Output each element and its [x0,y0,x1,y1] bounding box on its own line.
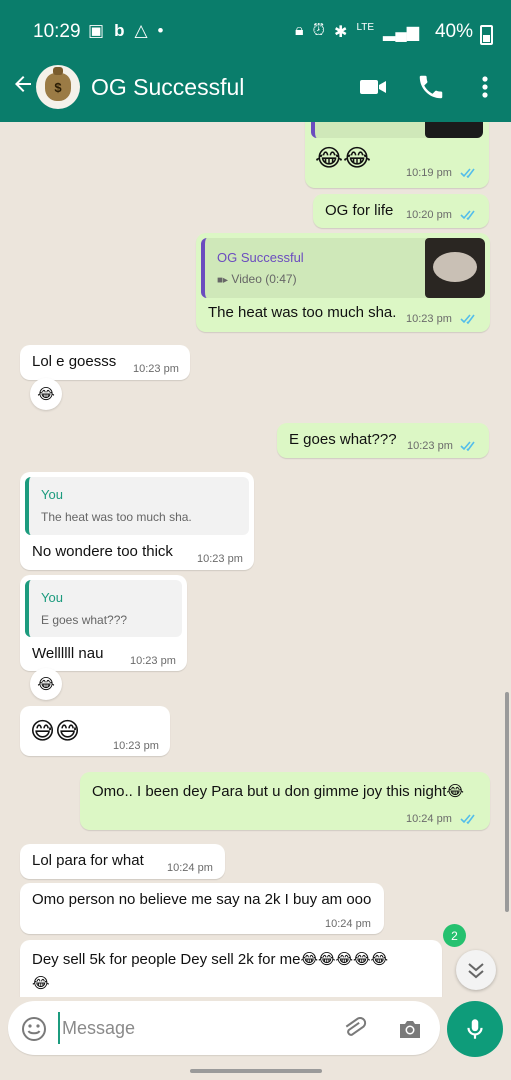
message-text-continued: 😂 [32,975,50,992]
message-bubble-outgoing[interactable]: OG Successful ■▸ Video (0:47) The heat w… [196,233,490,332]
status-bar: 10:29 ▣ b △ • 🔒︎ ⏰︎ ✱ LTE ▂▄▆ 40% [0,14,511,50]
avatar[interactable]: $ [36,65,80,109]
alarm-icon: ⏰︎ [312,22,326,39]
message-list[interactable]: 😂😂 10:19 pm OG for life 10:20 pm OG Succ… [0,122,511,997]
status-time: 10:29 [33,21,81,42]
composer-bar [0,997,511,1080]
scroll-to-bottom-button[interactable] [456,950,496,990]
read-ticks-icon [460,210,475,220]
message-time: 10:23 pm [406,313,452,325]
drive-icon: △ [134,21,148,40]
app-header: 10:29 ▣ b △ • 🔒︎ ⏰︎ ✱ LTE ▂▄▆ 40% $ OG S… [0,0,511,122]
system-icons: 🔒︎ ⏰︎ ✱ LTE ▂▄▆ [295,22,419,42]
voice-record-button[interactable] [447,1001,503,1057]
message-time: 10:23 pm [130,655,176,667]
message-text: Dey sell 5k for people Dey sell 2k for m… [32,951,389,968]
more-options-icon[interactable] [470,72,500,102]
quote-text: ■▸ Video (0:47) [217,272,297,286]
quote-text: The heat was too much sha. [41,510,192,524]
signal-icon: ▂▄▆ [383,24,419,41]
quote-author: You [41,590,63,605]
video-thumbnail [425,238,485,298]
emoji-icon[interactable] [20,1015,48,1043]
lock-icon: 🔒︎ [295,22,304,39]
message-time: 10:23 pm [407,440,453,452]
message-text: Wellllll nau [32,645,104,662]
quoted-message[interactable]: You E goes what??? [25,580,182,637]
bluetooth-icon: ✱ [334,24,348,41]
message-text: Lol e goesss [32,353,117,370]
read-ticks-icon [460,814,475,824]
attachment-icon[interactable] [340,1015,368,1043]
message-time: 10:24 pm [406,813,452,825]
message-text: The heat was too much sha. [208,304,397,321]
quote-author: OG Successful [217,250,304,265]
network-label: LTE [356,22,375,33]
message-time: 10:20 pm [406,209,452,221]
quoted-message[interactable]: OG Successful ■▸ Video (0:47) [201,238,485,298]
home-indicator[interactable] [190,1069,322,1073]
video-thumbnail [425,122,483,138]
scrollbar[interactable] [505,692,509,912]
message-time: 10:23 pm [133,363,179,375]
message-bubble-outgoing[interactable]: OG for life 10:20 pm [313,194,489,228]
message-reaction[interactable]: 😂 [30,378,62,410]
b-icon: b [114,21,125,40]
message-text: No wondere too thick [32,543,173,560]
message-text: Omo.. I been dey Para but u don gimme jo… [92,783,464,800]
message-bubble-incoming[interactable]: Lol e goesss 10:23 pm [20,345,190,380]
message-time: 10:24 pm [167,862,213,874]
message-bubble-outgoing[interactable]: E goes what??? 10:23 pm [277,423,489,458]
read-ticks-icon [460,168,475,178]
message-bubble-incoming[interactable]: Dey sell 5k for people Dey sell 2k for m… [20,940,442,997]
message-bubble-incoming[interactable]: You E goes what??? Wellllll nau 10:23 pm [20,575,187,671]
chat-navbar: $ OG Successful [0,60,511,116]
gallery-icon: ▣ [88,21,105,40]
quoted-message[interactable]: You The heat was too much sha. [25,477,249,535]
message-time: 10:23 pm [197,553,243,565]
message-reaction[interactable]: 😂 [30,668,62,700]
message-time: 10:24 pm [325,918,371,930]
read-ticks-icon [460,441,475,451]
contact-name[interactable]: OG Successful [91,74,244,101]
message-text: OG for life [325,202,394,219]
notification-icons: ▣ b △ • [88,21,163,41]
message-time: 10:23 pm [113,740,159,752]
composer-pill [8,1001,440,1055]
quoted-video [311,122,483,138]
message-bubble-incoming[interactable]: Lol para for what 10:24 pm [20,844,225,879]
message-bubble-incoming[interactable]: Omo person no believe me say na 2k I buy… [20,883,384,934]
message-bubble-incoming[interactable]: 😅😅 10:23 pm [20,706,170,756]
voice-call-icon[interactable] [416,72,446,102]
thumbnail-object [433,252,477,282]
video-call-icon[interactable] [358,72,388,102]
dot-icon: • [157,21,164,40]
read-ticks-icon [460,314,475,324]
quote-text: E goes what??? [41,613,128,627]
unread-count-badge: 2 [443,924,466,947]
message-text: E goes what??? [289,431,397,448]
money-bag-icon: $ [45,67,71,101]
message-time: 10:19 pm [406,167,452,179]
message-bubble-outgoing[interactable]: Omo.. I been dey Para but u don gimme jo… [80,772,490,830]
message-text: 😂😂 [315,145,372,172]
message-bubble-outgoing[interactable]: 😂😂 10:19 pm [305,122,489,188]
battery-level: 40% [434,21,473,42]
microphone-icon [467,1019,483,1039]
camera-icon[interactable] [396,1015,424,1043]
message-text: Lol para for what [32,852,144,869]
double-chevron-down-icon [468,963,484,979]
quote-author: You [41,487,63,502]
message-text: 😅😅 [30,718,81,745]
message-text: Omo person no believe me say na 2k I buy… [32,891,372,908]
message-bubble-incoming[interactable]: You The heat was too much sha. No wonder… [20,472,254,570]
message-input[interactable] [58,1012,328,1044]
back-arrow-icon[interactable] [8,70,38,104]
video-camera-icon: ■▸ [217,275,229,286]
battery-icon [480,25,493,45]
